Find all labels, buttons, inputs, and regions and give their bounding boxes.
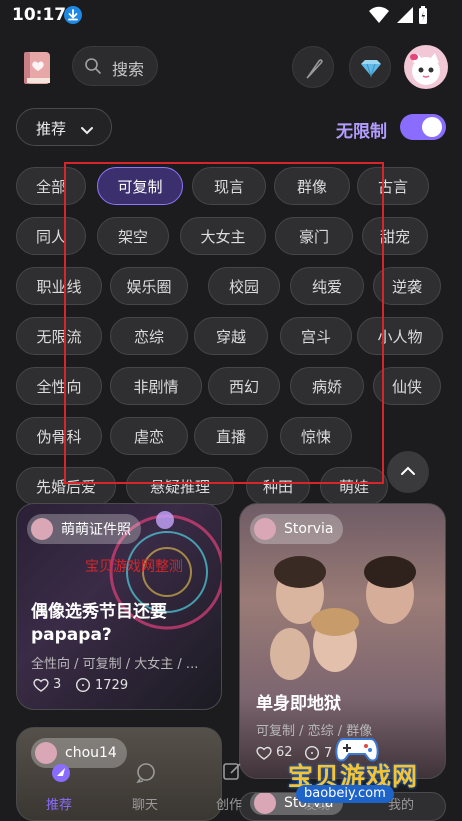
watermark-url: baobeiy.com: [296, 785, 394, 803]
tag-chip[interactable]: 群像: [274, 167, 350, 205]
unlimited-label: 无限制: [336, 122, 387, 142]
sort-dropdown-label: 推荐: [36, 120, 67, 138]
card-title: 单身即地狱: [256, 694, 341, 714]
tag-chip[interactable]: 种田: [246, 467, 310, 505]
author-avatar: [254, 518, 276, 540]
tag-chip[interactable]: 逆袭: [373, 267, 441, 305]
tag-chip[interactable]: 豪门: [275, 217, 353, 255]
card-author: chou14: [65, 745, 117, 761]
tag-chip[interactable]: 仙侠: [373, 367, 441, 405]
watermark-small: 宝贝游戏网整测: [85, 559, 183, 575]
create-nav-icon[interactable]: [221, 760, 243, 786]
tag-chip[interactable]: 小人物: [357, 317, 443, 355]
card-comments: 1729: [75, 677, 128, 693]
nav-create[interactable]: 创作: [216, 794, 242, 813]
download-icon: [64, 6, 82, 24]
home-nav-icon[interactable]: [50, 762, 72, 788]
tag-chip[interactable]: 可复制: [97, 167, 183, 205]
tag-chip[interactable]: 职业线: [16, 267, 102, 305]
story-card-1[interactable]: 萌萌证件照 宝贝游戏网整测 偶像选秀节目还要papapa? 全性向 / 可复制 …: [16, 503, 222, 710]
tag-chip[interactable]: 伪骨科: [16, 417, 102, 455]
battery-icon: [418, 5, 428, 29]
card-title: 偶像选秀节目还要papapa?: [31, 602, 167, 645]
card-author: 萌萌证件照: [61, 522, 131, 538]
card-author-tag: Storvia: [250, 514, 344, 544]
tag-chip[interactable]: 悬疑推理: [126, 467, 234, 505]
card-author: Storvia: [284, 521, 334, 537]
toggle-knob: [422, 117, 442, 137]
heart-icon: [256, 746, 272, 760]
tag-chip[interactable]: 萌娃: [320, 467, 388, 505]
tag-chip[interactable]: 纯爱: [290, 267, 364, 305]
tag-chip[interactable]: 现言: [192, 167, 266, 205]
tag-chip[interactable]: 虐恋: [110, 417, 188, 455]
status-bar: 10:17: [0, 0, 462, 30]
chevron-down-icon: [80, 121, 94, 140]
tag-chip[interactable]: 恋综: [110, 317, 188, 355]
card-tags: 全性向 / 可复制 / 大女主 / ...: [31, 657, 199, 672]
avatar[interactable]: [404, 45, 448, 89]
likes-count: 3: [53, 677, 62, 692]
gem-button[interactable]: [349, 46, 391, 88]
card-author-tag: 萌萌证件照: [27, 514, 141, 544]
tag-chip[interactable]: 甜宠: [362, 217, 428, 255]
search-placeholder[interactable]: 搜索: [112, 56, 144, 80]
tag-chip[interactable]: 校园: [208, 267, 280, 305]
tag-chip[interactable]: 同人: [16, 217, 86, 255]
nav-chat[interactable]: 聊天: [132, 794, 158, 813]
tag-chip[interactable]: 古言: [357, 167, 429, 205]
search-icon: [84, 57, 102, 79]
tag-chip[interactable]: 西幻: [208, 367, 280, 405]
collapse-tags-button[interactable]: [387, 451, 429, 493]
tag-chip[interactable]: 非剧情: [110, 367, 202, 405]
nav-home[interactable]: 推荐: [46, 794, 72, 813]
tag-chip[interactable]: 全部: [16, 167, 86, 205]
tag-chip[interactable]: 穿越: [194, 317, 268, 355]
tag-chip[interactable]: 无限流: [16, 317, 102, 355]
tag-chip[interactable]: 娱乐圈: [110, 267, 188, 305]
tag-chip[interactable]: 惊悚: [280, 417, 352, 455]
app-logo[interactable]: [18, 48, 58, 88]
signal-icon: [394, 6, 414, 28]
wifi-icon: [368, 6, 390, 28]
tag-chip[interactable]: 宫斗: [280, 317, 352, 355]
feather-button[interactable]: [292, 46, 334, 88]
comments-count: 1729: [95, 677, 129, 693]
comment-icon: [75, 677, 91, 693]
tag-chip[interactable]: 大女主: [180, 217, 266, 255]
status-time: 10:17: [12, 5, 67, 25]
card-likes: 3: [33, 677, 61, 692]
tag-chip[interactable]: 架空: [97, 217, 169, 255]
tag-chip[interactable]: 直播: [194, 417, 268, 455]
author-avatar: [31, 518, 53, 540]
heart-icon: [33, 678, 49, 692]
tag-chip[interactable]: 先婚后爱: [16, 467, 116, 505]
tag-chip[interactable]: 全性向: [16, 367, 102, 405]
tag-chip[interactable]: 病娇: [290, 367, 364, 405]
chat-nav-icon[interactable]: [135, 762, 157, 788]
